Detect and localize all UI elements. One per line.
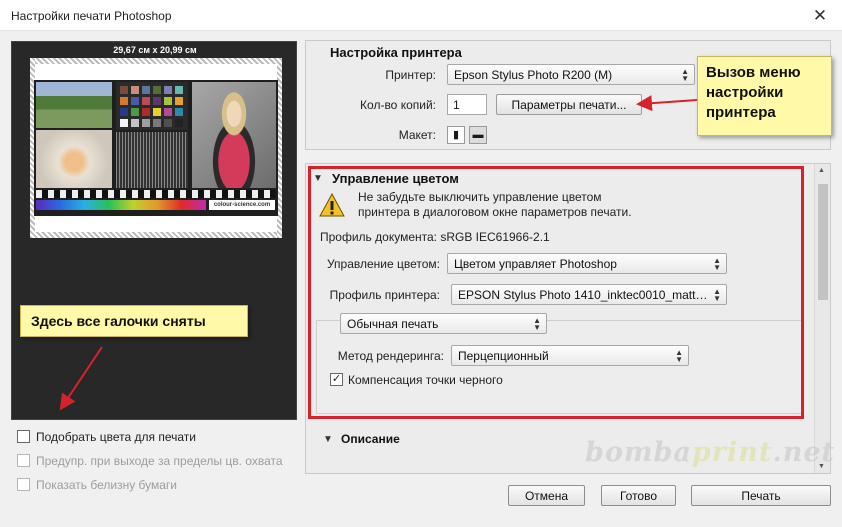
- watermark-logo: bombaprint.net: [585, 437, 835, 468]
- watermark-part-3: .net: [772, 437, 835, 468]
- print-button[interactable]: Печать: [691, 485, 831, 506]
- arrow-to-settings: [636, 95, 698, 112]
- cancel-button[interactable]: Отмена: [508, 485, 585, 506]
- watermark-part-1: bomba: [585, 437, 692, 468]
- watermark-part-2: print: [691, 437, 773, 468]
- done-button[interactable]: Готово: [601, 485, 676, 506]
- arrow-to-checkboxes: [59, 346, 103, 411]
